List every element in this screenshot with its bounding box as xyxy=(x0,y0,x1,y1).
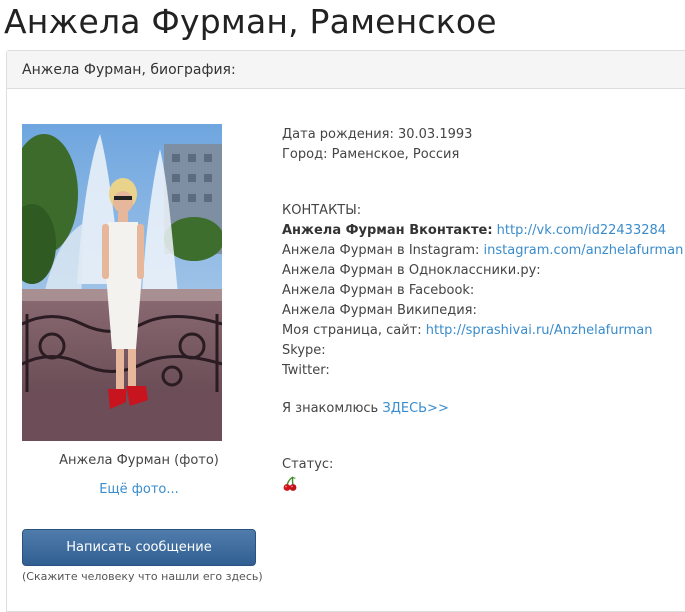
vk-link[interactable]: http://vk.com/id22433284 xyxy=(497,223,666,238)
city-row: Город: Раменское, Россия xyxy=(282,145,683,165)
city-value: Раменское, Россия xyxy=(331,147,460,162)
instagram-row: Анжела Фурман в Instagram: instagram.com… xyxy=(282,241,683,261)
contacts-heading: КОНТАКТЫ: xyxy=(282,203,362,218)
message-hint: (Скажите человеку что нашли его здесь) xyxy=(22,570,263,583)
profile-photo[interactable] xyxy=(22,124,222,441)
page-title: Анжела Фурман, Раменское xyxy=(4,2,497,41)
wikipedia-row: Анжела Фурман Википедия: xyxy=(282,303,477,318)
odnoklassniki-row: Анжела Фурман в Одноклассники.ру: xyxy=(282,263,541,278)
photo-caption: Анжела Фурман (фото) xyxy=(59,453,219,468)
profile-photo-image xyxy=(22,124,222,441)
city-label: Город: xyxy=(282,147,332,162)
vk-label: Анжела Фурман Вконтакте: xyxy=(282,223,493,238)
status-label: Статус: xyxy=(282,457,334,472)
dating-label: Я знакомлюсь xyxy=(282,401,383,416)
birth-date-value: 30.03.1993 xyxy=(397,127,473,142)
status-value xyxy=(282,475,683,495)
facebook-row: Анжела Фурман в Facebook: xyxy=(282,283,475,298)
dating-link[interactable]: ЗДЕСЬ>> xyxy=(382,401,449,416)
panel-heading: Анжела Фурман, биография: xyxy=(7,51,685,89)
website-link[interactable]: http://sprashivai.ru/Anzhelafurman xyxy=(426,323,653,338)
profile-info: Дата рождения: 30.03.1993 Город: Раменск… xyxy=(282,125,683,495)
vk-row: Анжела Фурман Вконтакте: http://vk.com/i… xyxy=(282,221,683,241)
birth-date-label: Дата рождения: xyxy=(282,127,398,142)
more-photos-link[interactable]: Ещё фото... xyxy=(22,482,256,497)
skype-row: Skype: xyxy=(282,343,326,358)
write-message-button[interactable]: Написать сообщение xyxy=(22,529,256,566)
cherries-icon xyxy=(283,476,297,491)
instagram-label: Анжела Фурман в Instagram: xyxy=(282,243,484,258)
website-label: Моя страница, сайт: xyxy=(282,323,426,338)
website-row: Моя страница, сайт: http://sprashivai.ru… xyxy=(282,321,683,341)
instagram-link[interactable]: instagram.com/anzhelafurman xyxy=(484,243,684,258)
twitter-row: Twitter: xyxy=(282,363,330,378)
dating-row: Я знакомлюсь ЗДЕСЬ>> xyxy=(282,399,683,419)
birth-date-row: Дата рождения: 30.03.1993 xyxy=(282,125,683,145)
